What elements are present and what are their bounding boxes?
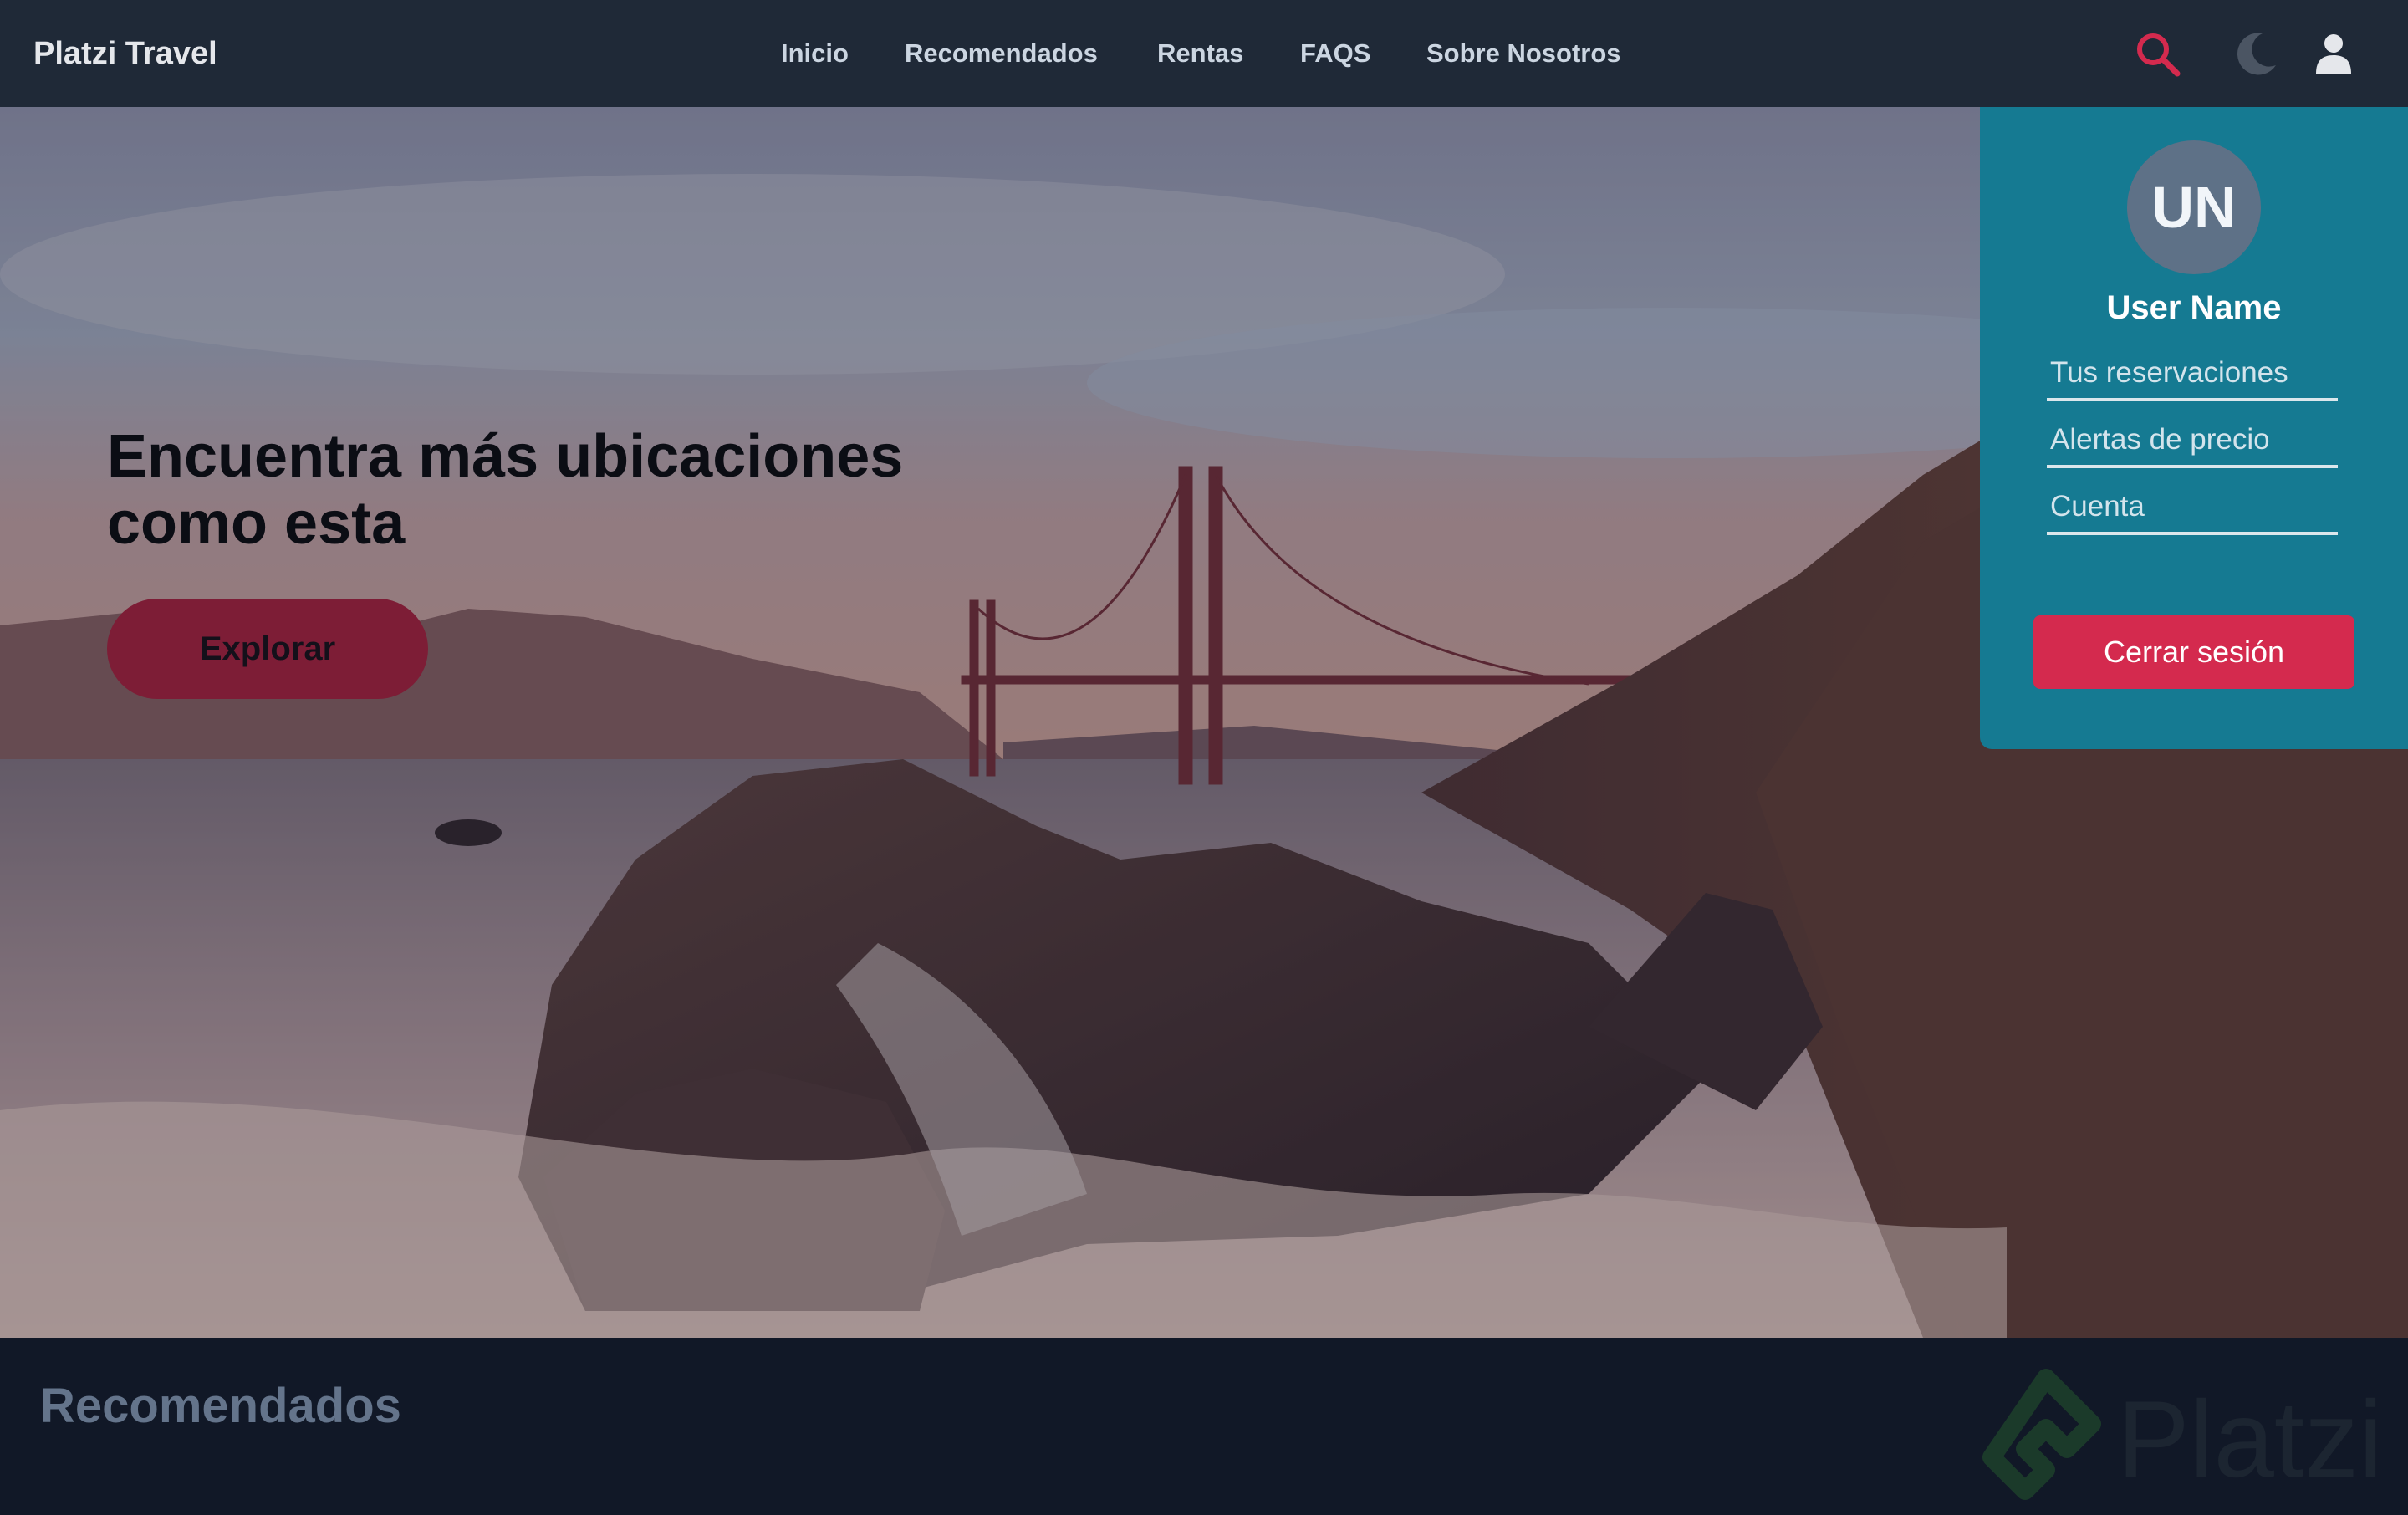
user-icon	[2316, 34, 2351, 74]
main-nav: Inicio Recomendados Rentas FAQS Sobre No…	[0, 0, 2408, 107]
page: Platzi Travel Inicio Recomendados Rentas…	[0, 0, 2408, 1515]
search-button[interactable]	[2132, 28, 2184, 80]
platzi-logo-icon	[1982, 1369, 2101, 1500]
logout-button[interactable]: Cerrar sesión	[2033, 615, 2354, 689]
avatar: UN	[2127, 140, 2261, 274]
recommended-section: Recomendados Platzi	[0, 1338, 2408, 1515]
section-title: Recomendados	[40, 1379, 401, 1433]
navbar: Platzi Travel Inicio Recomendados Rentas…	[0, 0, 2408, 107]
user-dropdown-menu: UN User Name Tus reservaciones Alertas d…	[1980, 107, 2408, 749]
nav-link-rentas[interactable]: Rentas	[1157, 0, 1243, 107]
nav-link-inicio[interactable]: Inicio	[781, 0, 849, 107]
hero-title: Encuentra más ubicaciones como esta	[107, 423, 904, 557]
nav-link-recomendados[interactable]: Recomendados	[905, 0, 1098, 107]
explore-button[interactable]: Explorar	[107, 599, 428, 699]
platzi-watermark: Platzi	[1975, 1361, 2393, 1503]
user-menu-button[interactable]	[2308, 28, 2360, 80]
user-name: User Name	[2106, 289, 2282, 326]
menu-item-price-alerts[interactable]: Alertas de precio	[2047, 420, 2338, 468]
watermark-text: Platzi	[2117, 1378, 2383, 1500]
search-icon	[2137, 33, 2181, 77]
menu-item-reservations[interactable]: Tus reservaciones	[2047, 353, 2338, 401]
menu-item-account[interactable]: Cuenta	[2047, 487, 2338, 535]
moon-icon	[2237, 33, 2276, 75]
theme-toggle-button[interactable]	[2229, 28, 2281, 80]
nav-link-sobre-nosotros[interactable]: Sobre Nosotros	[1426, 0, 1621, 107]
nav-link-faqs[interactable]: FAQS	[1300, 0, 1370, 107]
